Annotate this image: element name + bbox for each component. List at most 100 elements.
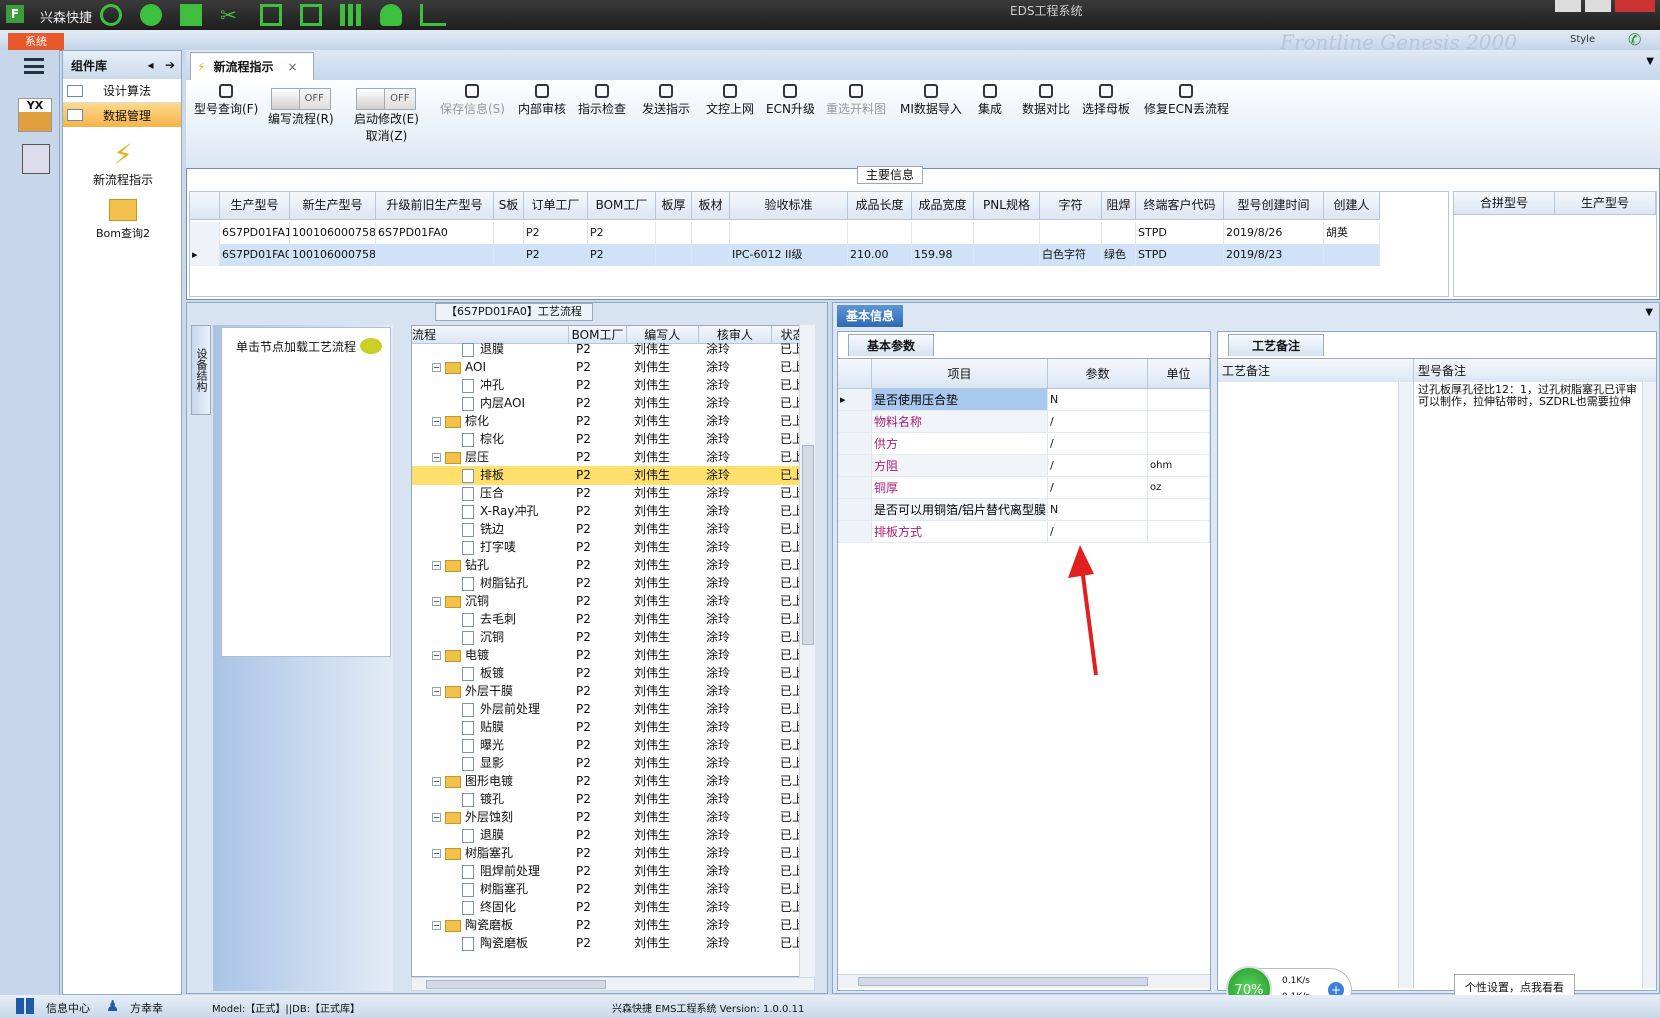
collapse-toggle-icon[interactable]: − <box>432 921 441 930</box>
tree-row[interactable]: − 钻孔 P2 刘伟生 涂玲 已上R <box>412 556 814 575</box>
toggle-switch[interactable]: OFF <box>270 88 331 110</box>
style-dropdown[interactable]: Style <box>1570 34 1595 45</box>
tile-new-process[interactable]: ⚡ 新流程指示 <box>83 139 163 188</box>
tree-row[interactable]: 阻焊前处理 P2 刘伟生 涂玲 已上R <box>412 862 814 881</box>
collapse-toggle-icon[interactable]: − <box>432 363 441 372</box>
column-header[interactable]: 成品宽度 <box>912 192 974 220</box>
column-header[interactable]: 生产型号 <box>220 192 290 220</box>
tree-row[interactable]: − 图形电镀 P2 刘伟生 涂玲 已上R <box>412 772 814 791</box>
param-row[interactable]: ▸ 是否使用压合垫 N <box>838 389 1210 411</box>
tree-row[interactable]: 镀孔 P2 刘伟生 涂玲 已上R <box>412 790 814 809</box>
tab-basic-params[interactable]: 基本参数 <box>848 334 934 356</box>
column-header[interactable]: 成品长度 <box>848 192 912 220</box>
calculator-icon[interactable] <box>180 4 202 26</box>
collapse-toggle-icon[interactable]: − <box>432 849 441 858</box>
tree-row[interactable]: 树脂塞孔 P2 刘伟生 涂玲 已上R <box>412 880 814 899</box>
tree-row[interactable]: − 棕化 P2 刘伟生 涂玲 已上R <box>412 412 814 431</box>
column-header[interactable]: 项目 <box>872 359 1048 389</box>
scrollbar-thumb[interactable] <box>426 980 606 989</box>
collapse-icon[interactable]: ◂ <box>147 58 153 72</box>
info-center-label[interactable]: 信息中心 <box>46 1000 90 1016</box>
param-row[interactable]: 排板方式 / <box>838 521 1210 543</box>
toolbar-button-9[interactable]: 重选开料图 <box>826 84 886 117</box>
tree-row[interactable]: 贴膜 P2 刘伟生 涂玲 已上R <box>412 718 814 737</box>
tree-row[interactable]: 陶瓷磨板 P2 刘伟生 涂玲 已上R <box>412 934 814 953</box>
column-header[interactable]: 板厚 <box>656 192 692 220</box>
column-header[interactable]: 型号创建时间 <box>1224 192 1324 220</box>
column-header[interactable]: 单位 <box>1148 359 1210 389</box>
vertical-tab-device[interactable]: 设备结构 <box>191 325 211 415</box>
tree-row[interactable]: 外层前处理 P2 刘伟生 涂玲 已上R <box>412 700 814 719</box>
toolbar-button-6[interactable]: 发送指示 <box>642 84 690 117</box>
tree-row[interactable]: 打字唛 P2 刘伟生 涂玲 已上R <box>412 538 814 557</box>
process-note-field[interactable] <box>1218 382 1414 988</box>
param-value[interactable]: / <box>1048 477 1148 498</box>
toolbar-button-12[interactable]: 数据对比 <box>1022 84 1070 117</box>
toolbar-button-7[interactable]: 文控上网 <box>706 84 754 117</box>
tree-row[interactable]: 去毛刺 P2 刘伟生 涂玲 已上R <box>412 610 814 629</box>
factory-icon[interactable]: YX <box>18 98 52 132</box>
param-value[interactable]: / <box>1048 411 1148 432</box>
tab-new-process[interactable]: ⚡ 新流程指示 × <box>190 52 314 80</box>
tab-basic-info[interactable]: 基本信息 <box>837 305 903 327</box>
tile-bom-query[interactable]: Bom查询2 <box>83 199 163 241</box>
column-header[interactable]: 终端客户代码 <box>1136 192 1224 220</box>
toolbar-button-5[interactable]: 指示检查 <box>578 84 626 117</box>
collapse-toggle-icon[interactable]: − <box>432 453 441 462</box>
user-icon[interactable] <box>380 4 402 26</box>
column-header[interactable]: 创建人 <box>1324 192 1380 220</box>
column-header[interactable]: BOM工厂 <box>588 192 656 220</box>
tab-menu-icon[interactable]: ▼ <box>1646 56 1654 67</box>
toolbar-button-11[interactable]: 集成 <box>978 84 1002 117</box>
calculator-app-icon[interactable] <box>22 144 50 174</box>
tree-row[interactable]: 树脂钻孔 P2 刘伟生 涂玲 已上R <box>412 574 814 593</box>
tab-process-notes[interactable]: 工艺备注 <box>1228 334 1324 356</box>
collapse-toggle-icon[interactable]: − <box>432 651 441 660</box>
collapse-toggle-icon[interactable]: − <box>432 687 441 696</box>
column-header[interactable]: 订单工厂 <box>524 192 588 220</box>
tree-row[interactable]: − 沉铜 P2 刘伟生 涂玲 已上R <box>412 592 814 611</box>
model-note-field[interactable]: 过孔板厚孔径比12：1，过孔树脂塞孔已评审可以制作，拉伸钻带时，SZDRL也需要… <box>1418 384 1640 408</box>
param-row[interactable]: 是否可以用铜箔/铝片替代离型膜 N <box>838 499 1210 521</box>
collapse-toggle-icon[interactable]: − <box>432 417 441 426</box>
toolbar-button-13[interactable]: 选择母板 <box>1082 84 1130 117</box>
param-row[interactable]: 方阻 / ohm <box>838 455 1210 477</box>
column-header[interactable]: 新生产型号 <box>290 192 376 220</box>
tree-row[interactable]: 压合 P2 刘伟生 涂玲 已上R <box>412 484 814 503</box>
column-header[interactable]: 参数 <box>1048 359 1148 389</box>
param-value[interactable]: N <box>1048 389 1148 410</box>
toolbar-button-14[interactable]: 修复ECN丢流程 <box>1144 84 1229 117</box>
hamburger-icon[interactable] <box>24 58 44 74</box>
params-hscrollbar[interactable] <box>838 974 1210 988</box>
param-value[interactable]: N <box>1048 499 1148 520</box>
toolbar-button-2[interactable]: OFF 启动修改(E) 取消(Z) <box>354 88 419 144</box>
tree-row[interactable]: 沉铜 P2 刘伟生 涂玲 已上R <box>412 628 814 647</box>
tree-row[interactable]: 终固化 P2 刘伟生 涂玲 已上R <box>412 898 814 917</box>
tree-row[interactable]: − 树脂塞孔 P2 刘伟生 涂玲 已上R <box>412 844 814 863</box>
scrollbar-thumb[interactable] <box>858 977 1148 986</box>
tree-row[interactable]: 板镀 P2 刘伟生 涂玲 已上R <box>412 664 814 683</box>
table-row[interactable]: ▸6S7PD01FA010010600075890 P2P2 IPC-6012 II… <box>190 244 1380 266</box>
sidebar-item-data[interactable]: 数据管理 <box>63 103 181 127</box>
tree-row[interactable]: − 电镀 P2 刘伟生 涂玲 已上R <box>412 646 814 665</box>
scissors-icon[interactable]: ✂ <box>220 4 242 26</box>
tree-row[interactable]: 内层AOI P2 刘伟生 涂玲 已上R <box>412 394 814 413</box>
tree-row[interactable]: 棕化 P2 刘伟生 涂玲 已上R <box>412 430 814 449</box>
close-icon[interactable]: × <box>287 60 297 74</box>
toolbar-button-4[interactable]: 内部审核 <box>518 84 566 117</box>
param-row[interactable]: 物料名称 / <box>838 411 1210 433</box>
column-header[interactable]: 生产型号 <box>1555 192 1656 215</box>
toolbar-button-sublabel[interactable]: 取消(Z) <box>354 127 419 144</box>
collapse-toggle-icon[interactable]: − <box>432 777 441 786</box>
toolbar-button-1[interactable]: OFF 编写流程(R) <box>268 88 334 127</box>
column-header[interactable]: 板材 <box>692 192 730 220</box>
tree-row[interactable]: 显影 P2 刘伟生 涂玲 已上R <box>412 754 814 773</box>
chart-icon[interactable] <box>420 4 446 26</box>
sidebar-item-design[interactable]: 设计算法 <box>63 79 181 103</box>
tree-row[interactable]: − 外层蚀刻 P2 刘伟生 涂玲 已上R <box>412 808 814 827</box>
process-vscrollbar[interactable] <box>799 325 815 977</box>
param-value[interactable]: / <box>1048 521 1148 542</box>
collapse-toggle-icon[interactable]: − <box>432 561 441 570</box>
grid-icon[interactable] <box>340 4 362 26</box>
tree-row[interactable]: − 层压 P2 刘伟生 涂玲 已上R <box>412 448 814 467</box>
